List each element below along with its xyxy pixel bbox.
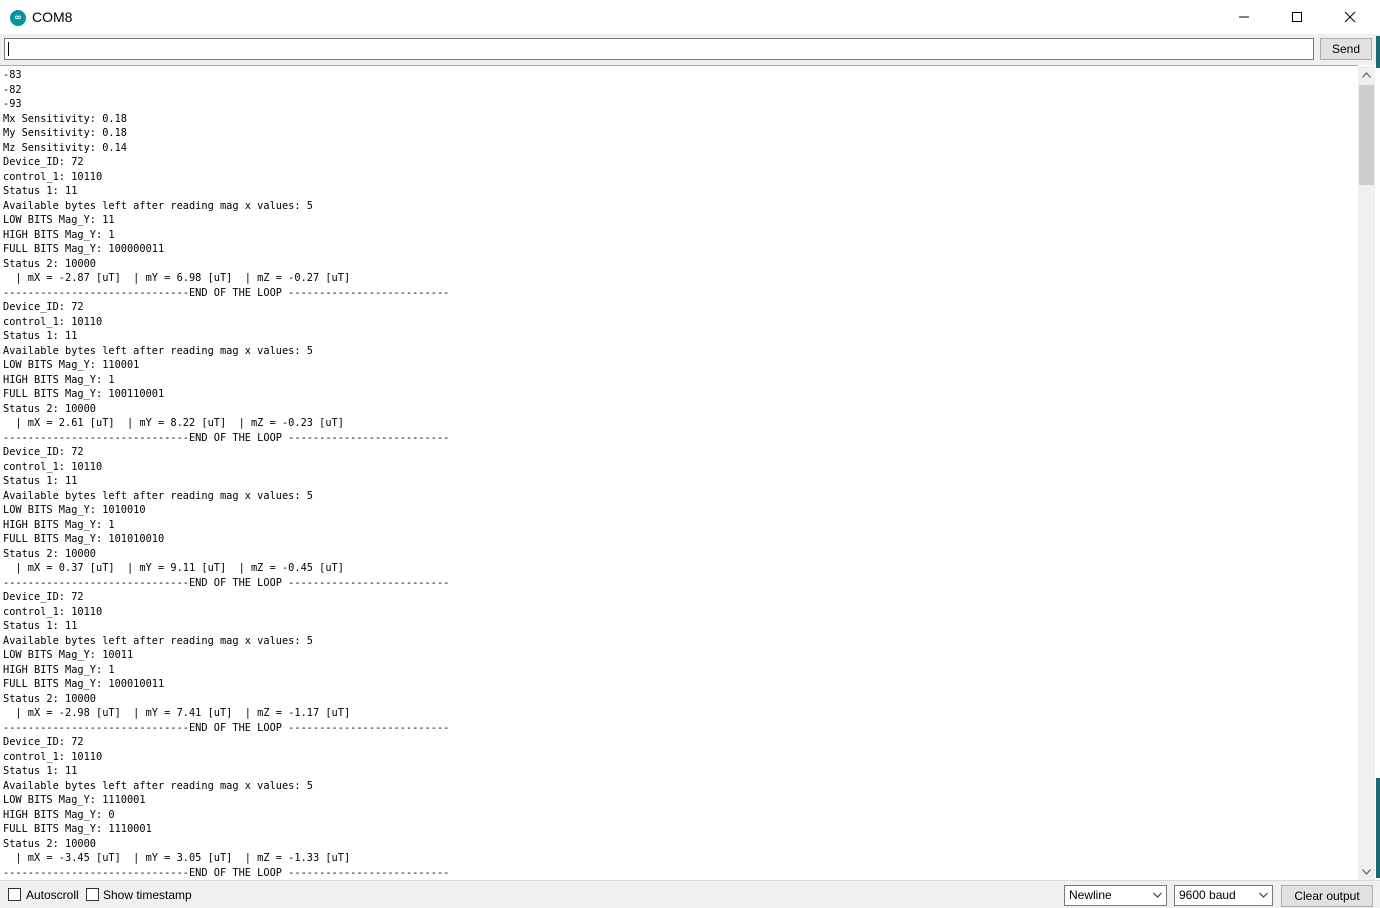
serial-input[interactable]	[5, 39, 1313, 59]
autoscroll-checkbox[interactable]	[8, 888, 21, 901]
baud-rate-value: 9600 baud	[1179, 888, 1236, 902]
maximize-button[interactable]	[1271, 0, 1323, 34]
chevron-down-icon	[1153, 892, 1162, 898]
clear-output-button[interactable]: Clear output	[1281, 885, 1373, 907]
line-ending-select[interactable]: Newline	[1064, 885, 1167, 906]
scroll-down-button[interactable]	[1358, 863, 1375, 880]
minimize-button[interactable]	[1218, 0, 1270, 34]
line-ending-value: Newline	[1069, 888, 1112, 902]
window-title: COM8	[32, 9, 73, 25]
show-timestamp-label: Show timestamp	[103, 888, 192, 902]
scroll-up-button[interactable]	[1358, 66, 1375, 83]
bottom-bar: Autoscroll Show timestamp Newline 9600 b…	[0, 880, 1380, 908]
chevron-down-icon	[1362, 868, 1371, 875]
chevron-down-icon	[1259, 892, 1268, 898]
vertical-scrollbar[interactable]	[1358, 66, 1375, 880]
serial-input-box	[4, 38, 1314, 60]
autoscroll-label: Autoscroll	[26, 888, 79, 902]
minimize-icon	[1239, 16, 1249, 18]
close-button[interactable]	[1324, 0, 1376, 34]
scroll-thumb[interactable]	[1359, 85, 1374, 185]
output-text: -83 -82 -93 Mx Sensitivity: 0.18 My Sens…	[3, 69, 450, 879]
serial-output[interactable]: -83 -82 -93 Mx Sensitivity: 0.18 My Sens…	[0, 65, 1358, 881]
close-icon	[1344, 11, 1356, 23]
show-timestamp-checkbox[interactable]	[86, 888, 99, 901]
window-edge-accent	[1376, 36, 1380, 68]
text-caret	[8, 42, 9, 56]
arduino-icon: ∞	[10, 10, 26, 26]
window-edge-accent	[1376, 778, 1380, 878]
baud-rate-select[interactable]: 9600 baud	[1174, 885, 1273, 906]
chevron-up-icon	[1362, 71, 1371, 78]
send-button[interactable]: Send	[1320, 38, 1372, 60]
title-bar: ∞ COM8	[0, 0, 1380, 34]
send-row: Send	[0, 34, 1380, 65]
maximize-icon	[1292, 12, 1302, 22]
